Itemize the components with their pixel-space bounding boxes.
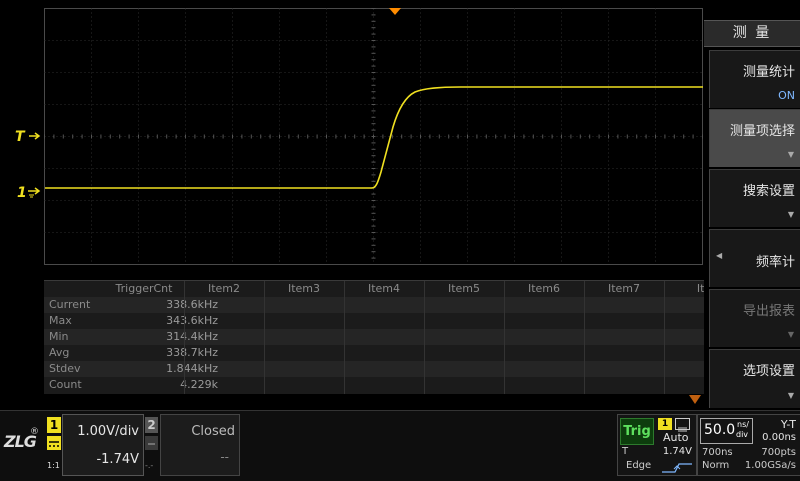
trigger-source-badge: 1: [658, 418, 672, 430]
measurement-table-header: TriggerCnt Item2 Item3 Item4 Item5 Item6 Item7…: [44, 281, 712, 297]
measurement-table: TriggerCnt Item2 Item3 Item4 Item5 Item6 Item7…: [44, 280, 712, 394]
row-value: 4.229k: [180, 378, 218, 391]
dropdown-arrow-icon: ▼: [787, 330, 794, 339]
row-value: 343.6kHz: [166, 314, 218, 327]
ch2-probe-ratio: -.-: [145, 461, 154, 470]
table-header-cell: Item7: [607, 282, 641, 295]
column-divider: [424, 281, 425, 394]
row-label: Min: [49, 330, 69, 343]
row-label: Stdev: [49, 362, 81, 375]
timebase-settings-box[interactable]: 50.0 ns/ div Y-T 0.00ns 700ns 700pts Nor…: [697, 414, 800, 476]
trigger-level-value: 1.74V: [662, 446, 692, 457]
table-row: Avg 338.7kHz: [44, 345, 704, 361]
ch2-settings-box[interactable]: Closed --: [160, 414, 240, 476]
table-header-cell: Item2: [207, 282, 241, 295]
ch1-number-badge[interactable]: 1: [47, 417, 61, 433]
dropdown-arrow-icon: ▼: [787, 391, 794, 400]
column-divider: [184, 281, 185, 394]
column-divider: [504, 281, 505, 394]
menu-item-measure-stats[interactable]: 测量统计 ON: [709, 50, 800, 108]
menu-item-options[interactable]: 选项设置 ▼: [709, 349, 800, 408]
trigger-mode: Auto: [663, 431, 689, 444]
column-divider: [344, 281, 345, 394]
menu-item-value: ON: [778, 89, 795, 102]
trigger-source-icon: [675, 418, 690, 432]
trigger-level-label: T: [15, 129, 26, 145]
table-header-cell: Item4: [367, 282, 401, 295]
sample-rate: 1.00GSa/s: [744, 460, 796, 471]
menu-item-label: 频率计: [755, 255, 795, 270]
table-header-cell: Item5: [447, 282, 481, 295]
table-row: Min 314.4kHz: [44, 329, 704, 345]
trigger-settings-box[interactable]: Trig 1 Auto T 1.74V Edge: [617, 414, 697, 476]
row-value: 1.844kHz: [166, 362, 218, 375]
submenu-arrow-icon: ◀: [716, 251, 723, 260]
ch2-status: Closed: [191, 424, 235, 439]
menu-item-measure-select[interactable]: 测量项选择 ▼: [709, 109, 800, 167]
row-value: 314.4kHz: [166, 330, 218, 343]
ch1-offset-label: 1: [17, 185, 27, 201]
row-value: 338.6kHz: [166, 298, 218, 311]
scroll-down-arrow-icon[interactable]: [689, 395, 701, 404]
dc-coupling-icon: [47, 436, 61, 450]
row-label: Avg: [49, 346, 70, 359]
ch2-offset-value: --: [220, 450, 229, 464]
trigger-status-label: Trig: [620, 418, 654, 445]
timebase-scale: 50.0: [704, 422, 736, 438]
row-label: Count: [49, 378, 82, 391]
menu-item-search-settings[interactable]: 搜索设置 ▼: [709, 169, 800, 227]
timebase-unit-bottom: div: [736, 430, 749, 439]
trigger-type: Edge: [626, 460, 652, 471]
ch2-coupling-icon: [145, 436, 158, 450]
table-header-cell: Item3: [287, 282, 321, 295]
waveform-display[interactable]: T 1: [0, 0, 704, 280]
menu-item-label: 选项设置: [742, 364, 795, 379]
ch1-probe-ratio: 1:1: [47, 461, 60, 470]
table-header-cell: TriggerCnt: [115, 282, 173, 295]
measure-menu: 测 量 测量统计 ON 测量项选择 ▼ 搜索设置 ▼ ◀ 频率计 导出报表 ▼ …: [704, 0, 800, 410]
ch2-number-badge[interactable]: 2: [145, 417, 158, 433]
menu-item-label: 导出报表: [742, 304, 795, 319]
menu-item-export-report[interactable]: 导出报表 ▼: [709, 289, 800, 347]
dropdown-arrow-icon: ▼: [787, 210, 794, 219]
timebase-scale-box[interactable]: 50.0 ns/ div: [700, 418, 753, 444]
menu-item-label: 测量项选择: [729, 124, 795, 139]
acquisition-mode: Norm: [702, 460, 730, 471]
trigger-level-prefix: T: [622, 446, 629, 457]
ch1-offset-value: -1.74V: [96, 452, 139, 467]
rising-edge-icon: [662, 459, 692, 478]
row-label: Max: [49, 314, 72, 327]
dropdown-arrow-icon: ▼: [787, 150, 794, 159]
menu-item-label: 测量统计: [742, 65, 795, 80]
menu-item-label: 搜索设置: [742, 184, 795, 199]
record-points: 700pts: [761, 447, 796, 458]
table-header-cell: Item6: [527, 282, 561, 295]
row-value: 338.7kHz: [166, 346, 218, 359]
timebase-mode: Y-T: [780, 418, 796, 431]
table-row: Stdev 1.844kHz: [44, 361, 704, 377]
column-divider: [264, 281, 265, 394]
table-row: Max 343.6kHz: [44, 313, 704, 329]
menu-item-frequency-counter[interactable]: ◀ 频率计: [709, 229, 800, 287]
timebase-unit-top: ns/: [737, 420, 749, 429]
time-span: 700ns: [702, 447, 733, 458]
column-divider: [664, 281, 665, 394]
table-row: Current 338.6kHz: [44, 297, 704, 313]
column-divider: [584, 281, 585, 394]
ch1-settings-box[interactable]: 1.00V/div -1.74V: [62, 414, 144, 476]
table-row: Count 4.229k: [44, 377, 704, 393]
menu-title: 测 量: [704, 20, 800, 47]
ch1-vertical-scale: 1.00V/div: [77, 424, 139, 439]
registered-mark: ®: [30, 427, 39, 437]
row-label: Current: [49, 298, 91, 311]
horizontal-delay: 0.00ns: [762, 432, 796, 443]
